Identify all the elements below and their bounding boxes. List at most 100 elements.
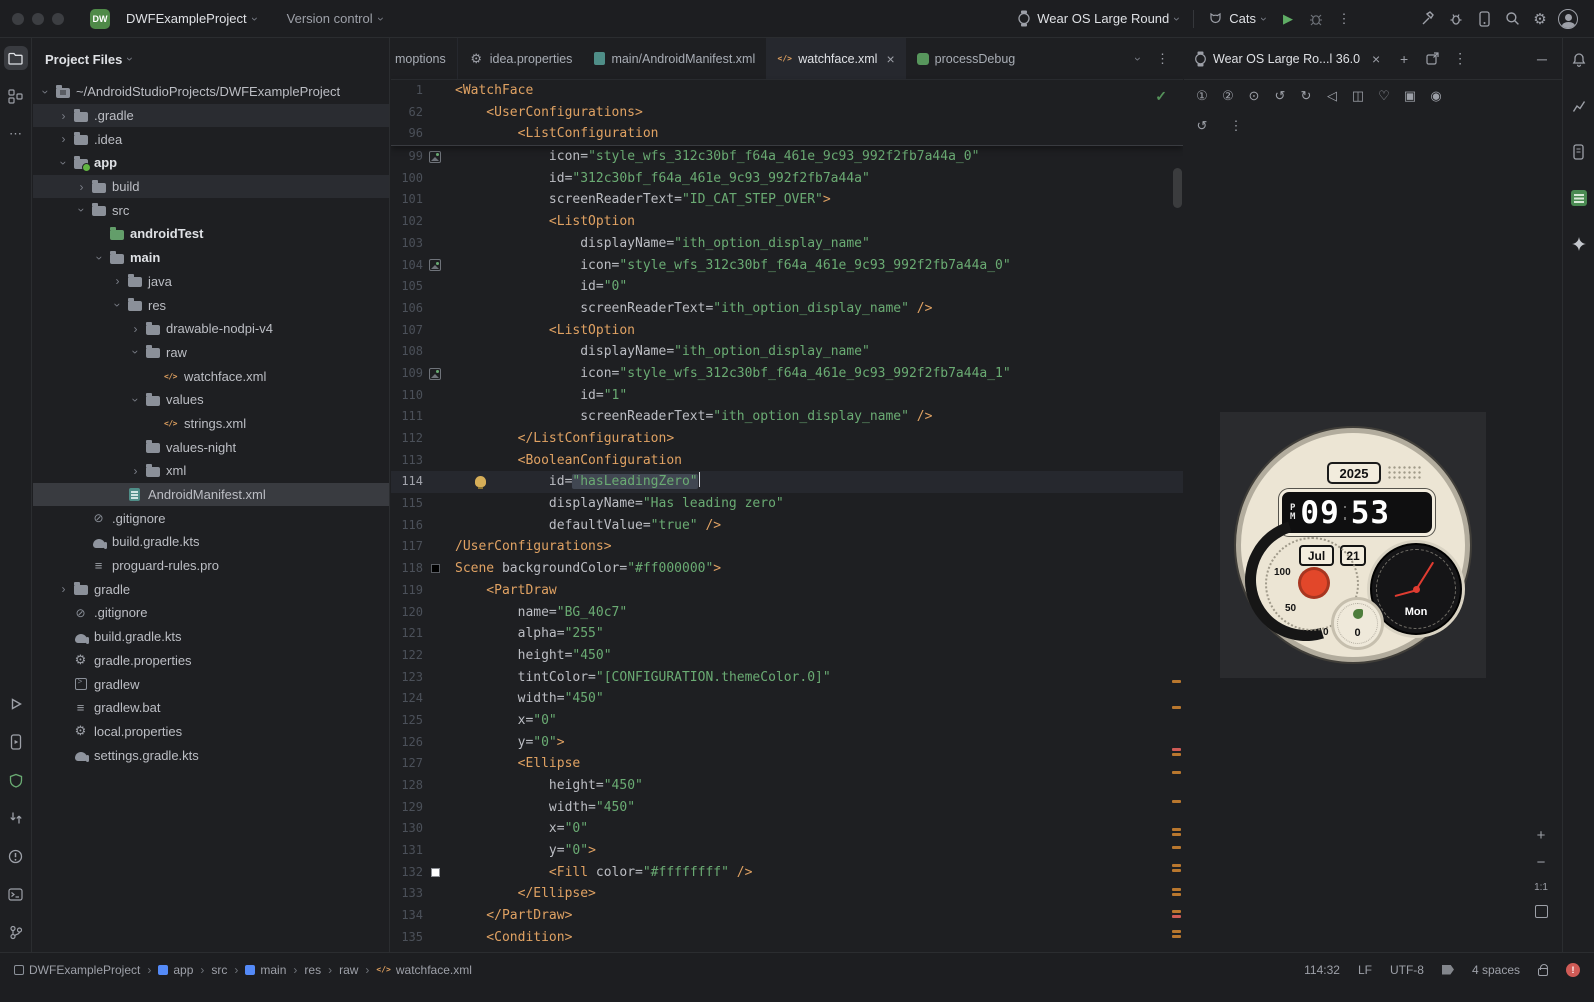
chevron-expanded-icon[interactable]: › bbox=[129, 346, 143, 359]
chevron-collapsed-icon[interactable]: › bbox=[111, 275, 124, 287]
breadcrumb-watchface-xml[interactable]: </> watchface.xml bbox=[376, 963, 471, 977]
warning-stripe-mark[interactable] bbox=[1172, 864, 1181, 867]
tree-item-watchface-xml[interactable]: </> watchface.xml bbox=[33, 364, 389, 388]
tree-item-app[interactable]: › app bbox=[33, 151, 389, 175]
window-close-button[interactable] bbox=[12, 12, 24, 25]
tree-item-settings-gradle-kts[interactable]: settings.gradle.kts bbox=[33, 743, 389, 767]
run-config-selector[interactable]: Cats › bbox=[1200, 5, 1274, 33]
chevron-expanded-icon[interactable]: › bbox=[111, 299, 125, 312]
settings-gear-icon[interactable]: ⚙ bbox=[1526, 5, 1554, 33]
tree-item-local-properties[interactable]: ⚙ local.properties bbox=[33, 720, 389, 744]
chevron-expanded-icon[interactable]: › bbox=[57, 156, 71, 169]
caret-position-widget[interactable]: 114:32 bbox=[1304, 963, 1340, 977]
drawable-preview-icon[interactable] bbox=[429, 150, 441, 163]
code-line-134[interactable]: 134 </PartDraw> bbox=[391, 905, 1183, 927]
code-line-107[interactable]: 107 <ListOption bbox=[391, 320, 1183, 342]
shield-tool-icon[interactable] bbox=[4, 768, 28, 792]
breadcrumb-dwfexampleproject[interactable]: DWFExampleProject bbox=[14, 963, 140, 977]
tree-item-main[interactable]: › main bbox=[33, 246, 389, 270]
run-button[interactable]: ▶ bbox=[1274, 5, 1302, 33]
code-line-126[interactable]: 126 y="0"> bbox=[391, 732, 1183, 754]
warning-stripe-mark[interactable] bbox=[1172, 771, 1181, 774]
code-line-121[interactable]: 121 alpha="255" bbox=[391, 623, 1183, 645]
code-line-118[interactable]: 118 Scene backgroundColor="#ff000000"> bbox=[391, 558, 1183, 580]
breadcrumb-src[interactable]: src bbox=[211, 963, 227, 977]
warning-stripe-mark[interactable] bbox=[1172, 680, 1181, 683]
warning-stripe-mark[interactable] bbox=[1172, 833, 1181, 836]
tree-item-strings-xml[interactable]: </> strings.xml bbox=[33, 412, 389, 436]
editor-scrollbar-thumb[interactable] bbox=[1173, 168, 1182, 208]
code-line-133[interactable]: 133 </Ellipse> bbox=[391, 883, 1183, 905]
button-2-icon[interactable]: ② bbox=[1216, 85, 1240, 107]
tree-item-raw[interactable]: › raw bbox=[33, 341, 389, 365]
reset-view-icon[interactable]: ↺ bbox=[1190, 115, 1214, 137]
chevron-collapsed-icon[interactable]: › bbox=[57, 583, 70, 595]
error-indicator[interactable]: ! bbox=[1566, 962, 1580, 977]
tree-item-xml[interactable]: › xml bbox=[33, 459, 389, 483]
indent-widget[interactable]: 4 spaces bbox=[1472, 963, 1520, 977]
code-line-124[interactable]: 124 width="450" bbox=[391, 688, 1183, 710]
warning-stripe-mark[interactable] bbox=[1172, 935, 1181, 938]
chevron-collapsed-icon[interactable]: › bbox=[129, 323, 142, 335]
search-icon[interactable] bbox=[1498, 5, 1526, 33]
chevron-expanded-icon[interactable]: › bbox=[93, 251, 107, 264]
tab-options-icon[interactable]: ⋮ bbox=[1156, 51, 1169, 67]
color-preview-white-icon[interactable] bbox=[430, 868, 440, 878]
warning-stripe-mark[interactable] bbox=[1172, 930, 1181, 933]
drawable-preview-icon[interactable] bbox=[429, 367, 441, 380]
chevron-collapsed-icon[interactable]: › bbox=[129, 465, 142, 477]
back-icon[interactable]: ◁ bbox=[1320, 85, 1344, 107]
tab-moptions[interactable]: moptions bbox=[391, 38, 458, 79]
tree-item-androidmanifest-xml[interactable]: AndroidManifest.xml bbox=[33, 482, 389, 507]
debug-icon[interactable] bbox=[1302, 5, 1330, 33]
chevron-collapsed-icon[interactable]: › bbox=[75, 181, 88, 193]
close-icon[interactable]: × bbox=[1366, 49, 1386, 69]
zoom-reset-label[interactable]: 1:1 bbox=[1534, 882, 1548, 893]
device-explorer-icon[interactable] bbox=[1567, 140, 1591, 164]
code-line-131[interactable]: 131 y="0"> bbox=[391, 840, 1183, 862]
code-line-102[interactable]: 102 <ListOption bbox=[391, 211, 1183, 233]
tree-item-gradle[interactable]: › .gradle bbox=[33, 103, 389, 128]
terminal-tool-icon[interactable] bbox=[4, 882, 28, 906]
code-line-62[interactable]: 62 <UserConfigurations> bbox=[391, 102, 1183, 124]
warning-stripe-mark[interactable] bbox=[1172, 888, 1181, 891]
error-stripe-mark[interactable] bbox=[1172, 915, 1181, 918]
code-line-105[interactable]: 105 id="0" bbox=[391, 276, 1183, 298]
code-line-130[interactable]: 130 x="0" bbox=[391, 818, 1183, 840]
code-line-132[interactable]: 132 <Fill color="#ffffffff" /> bbox=[391, 862, 1183, 884]
profiler-graph-icon[interactable] bbox=[1567, 94, 1591, 118]
project-panel-header[interactable]: Project Files › bbox=[33, 38, 389, 80]
tab-processdebug[interactable]: processDebug bbox=[906, 38, 1024, 79]
line-separator-widget[interactable]: LF bbox=[1358, 963, 1372, 977]
rotate-left-icon[interactable]: ↺ bbox=[1268, 85, 1292, 107]
code-line-116[interactable]: 116 defaultValue="true" /> bbox=[391, 515, 1183, 537]
zoom-fit-icon[interactable] bbox=[1534, 905, 1548, 918]
tree-item-values-night[interactable]: values-night bbox=[33, 435, 389, 459]
code-line-103[interactable]: 103 displayName="ith_option_display_name… bbox=[391, 233, 1183, 255]
chevron-expanded-icon[interactable]: › bbox=[129, 393, 143, 406]
build-tools-icon[interactable] bbox=[1414, 5, 1442, 33]
device-screen[interactable]: 2025 PM 09 53 Jul 21 100 50 0 Mon 0 bbox=[1220, 412, 1486, 678]
code-line-112[interactable]: 112 </ListConfiguration> bbox=[391, 428, 1183, 450]
code-line-115[interactable]: 115 displayName="Has leading zero" bbox=[391, 493, 1183, 515]
code-line-111[interactable]: 111 screenReaderText="ith_option_display… bbox=[391, 406, 1183, 428]
code-line-100[interactable]: 100 id="312c30bf_f64a_461e_9c93_992f2fb7… bbox=[391, 168, 1183, 190]
code-line-122[interactable]: 122 height="450" bbox=[391, 645, 1183, 667]
tab-main-androidmanifest-xml[interactable]: main/AndroidManifest.xml bbox=[583, 38, 766, 79]
file-writable-icon[interactable] bbox=[1538, 963, 1548, 976]
chevron-expanded-icon[interactable]: › bbox=[39, 85, 53, 98]
tree-item-java[interactable]: › java bbox=[33, 270, 389, 294]
warning-stripe-mark[interactable] bbox=[1172, 893, 1181, 896]
inspections-ok-icon[interactable]: ✓ bbox=[1155, 88, 1167, 105]
problems-tool-icon[interactable] bbox=[4, 844, 28, 868]
breadcrumb-app[interactable]: app bbox=[158, 963, 193, 977]
error-stripe-mark[interactable] bbox=[1172, 748, 1181, 751]
tab-idea-properties[interactable]: ⚙ idea.properties bbox=[458, 38, 584, 79]
code-line-129[interactable]: 129 width="450" bbox=[391, 797, 1183, 819]
warning-stripe-mark[interactable] bbox=[1172, 869, 1181, 872]
tree-item-res[interactable]: › res bbox=[33, 293, 389, 317]
more-run-actions-icon[interactable]: ⋮ bbox=[1330, 5, 1358, 33]
zoom-in-icon[interactable]: + bbox=[1537, 828, 1546, 843]
version-control-tool-icon[interactable] bbox=[4, 920, 28, 944]
hide-panel-icon[interactable]: ─ bbox=[1532, 49, 1552, 69]
